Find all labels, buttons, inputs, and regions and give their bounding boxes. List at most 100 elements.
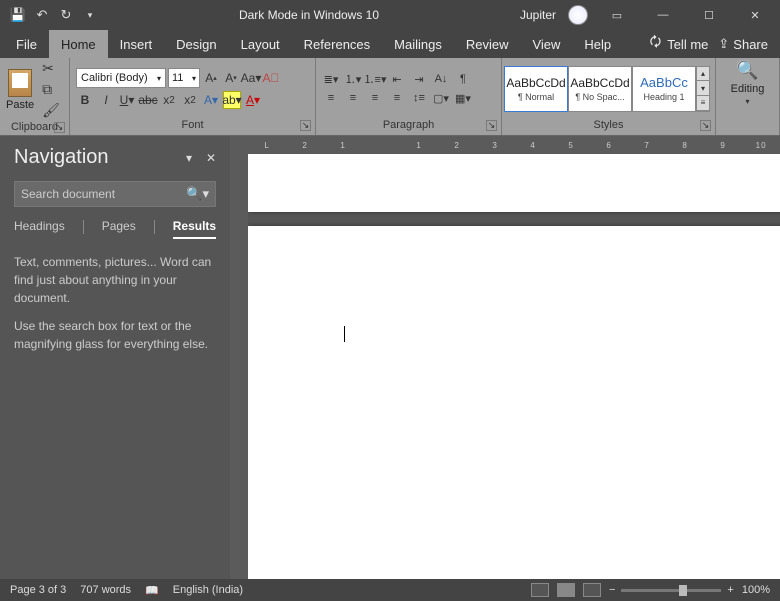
page[interactable] — [248, 226, 780, 579]
borders-icon[interactable]: ▦▾ — [454, 90, 472, 106]
show-marks-icon[interactable]: ¶ — [454, 71, 472, 87]
styles-scroll[interactable]: ▴▾≡ — [696, 66, 710, 112]
page-count[interactable]: Page 3 of 3 — [10, 584, 66, 596]
tab-design[interactable]: Design — [164, 30, 228, 58]
paste-icon[interactable] — [8, 69, 32, 97]
cut-icon[interactable]: ✂ — [42, 60, 60, 77]
vertical-ruler[interactable] — [230, 154, 248, 579]
font-name-combo[interactable]: Calibri (Body)▾ — [76, 68, 166, 88]
align-left-icon[interactable]: ≡ — [322, 90, 340, 106]
subscript-button[interactable]: x2 — [160, 91, 178, 109]
undo-icon[interactable]: ↶ — [34, 7, 50, 23]
bold-button[interactable]: B — [76, 91, 94, 109]
nav-tab-results[interactable]: Results — [173, 219, 216, 239]
format-painter-icon[interactable]: 🖌 — [42, 102, 60, 119]
numbering-icon[interactable]: ⒈▾ — [344, 71, 362, 87]
print-layout-icon[interactable] — [557, 583, 575, 597]
style-normal[interactable]: AaBbCcDd ¶ Normal — [504, 66, 568, 112]
read-mode-icon[interactable] — [531, 583, 549, 597]
text-effects-icon[interactable]: A▾ — [202, 91, 220, 109]
group-styles-label: Styles↘ — [502, 119, 715, 135]
font-size-combo[interactable]: 11▾ — [168, 68, 200, 88]
zoom-slider[interactable] — [621, 589, 721, 592]
page[interactable] — [248, 154, 780, 212]
clipboard-launcher-icon[interactable]: ↘ — [54, 122, 65, 133]
sort-icon[interactable]: A↓ — [432, 71, 450, 87]
tell-me[interactable]: 🗘 Tell me — [650, 33, 709, 55]
paste-button[interactable]: Paste — [6, 99, 34, 111]
line-spacing-icon[interactable]: ↕≡ — [410, 90, 428, 106]
lightbulb-icon: 🗘 — [650, 33, 662, 55]
user-name[interactable]: Jupiter — [520, 8, 556, 22]
find-icon[interactable]: 🔍 — [736, 60, 758, 81]
ribbon-display-icon[interactable]: ▭ — [600, 0, 634, 30]
save-icon[interactable]: 💾 — [10, 7, 26, 23]
search-icon[interactable]: 🔍▾ — [186, 186, 209, 202]
zoom-in-icon[interactable]: + — [727, 584, 733, 596]
superscript-button[interactable]: x2 — [181, 91, 199, 109]
style-heading1[interactable]: AaBbCc Heading 1 — [632, 66, 696, 112]
share-button[interactable]: ⇪ Share — [718, 36, 768, 52]
qat-customize-icon[interactable]: ▾ — [82, 7, 98, 23]
word-count[interactable]: 707 words — [80, 584, 131, 596]
shrink-font-icon[interactable]: A▾ — [222, 69, 240, 87]
navigation-close-icon[interactable]: ✕ — [206, 151, 216, 165]
nav-tab-headings[interactable]: Headings — [14, 219, 65, 237]
increase-indent-icon[interactable]: ⇥ — [410, 71, 428, 87]
font-launcher-icon[interactable]: ↘ — [300, 120, 311, 131]
decrease-indent-icon[interactable]: ⇤ — [388, 71, 406, 87]
highlight-icon[interactable]: ab▾ — [223, 91, 241, 109]
status-bar: Page 3 of 3 707 words 📖 English (India) … — [0, 579, 780, 601]
nav-help-text-1: Text, comments, pictures... Word can fin… — [14, 253, 216, 307]
close-icon[interactable]: ✕ — [738, 0, 772, 30]
strikethrough-button[interactable]: abc — [139, 91, 157, 109]
tab-file[interactable]: File — [4, 30, 49, 58]
underline-button[interactable]: U▾ — [118, 91, 136, 109]
minimize-icon[interactable]: — — [646, 0, 680, 30]
font-color-icon[interactable]: A▾ — [244, 91, 262, 109]
editing-dropdown-icon[interactable]: ▾ — [745, 97, 749, 106]
shading-icon[interactable]: ▢▾ — [432, 90, 450, 106]
italic-button[interactable]: I — [97, 91, 115, 109]
editing-button[interactable]: Editing — [731, 83, 765, 95]
window-title: Dark Mode in Windows 10 — [98, 8, 520, 22]
page-canvas[interactable] — [248, 154, 780, 579]
copy-icon[interactable]: ⧉ — [42, 81, 60, 98]
style-name: ¶ Normal — [518, 92, 554, 102]
zoom-level[interactable]: 100% — [742, 584, 770, 596]
tab-home[interactable]: Home — [49, 30, 108, 58]
align-right-icon[interactable]: ≡ — [366, 90, 384, 106]
tab-insert[interactable]: Insert — [108, 30, 165, 58]
clear-format-icon[interactable]: A⃠ — [262, 69, 280, 87]
multilevel-icon[interactable]: ⒈≡▾ — [366, 71, 384, 87]
style-no-spacing[interactable]: AaBbCcDd ¶ No Spac... — [568, 66, 632, 112]
search-input[interactable]: Search document 🔍▾ — [14, 181, 216, 207]
tab-help[interactable]: Help — [572, 30, 623, 58]
tab-view[interactable]: View — [520, 30, 572, 58]
styles-launcher-icon[interactable]: ↘ — [700, 120, 711, 131]
tab-mailings[interactable]: Mailings — [382, 30, 454, 58]
ribbon-tabs: File Home Insert Design Layout Reference… — [0, 30, 780, 58]
horizontal-ruler[interactable]: L211234567891011 — [230, 136, 780, 154]
grow-font-icon[interactable]: A▴ — [202, 69, 220, 87]
redo-icon[interactable]: ↻ — [58, 7, 74, 23]
tab-layout[interactable]: Layout — [229, 30, 292, 58]
web-layout-icon[interactable] — [583, 583, 601, 597]
tab-references[interactable]: References — [292, 30, 382, 58]
tab-review[interactable]: Review — [454, 30, 521, 58]
paragraph-launcher-icon[interactable]: ↘ — [486, 120, 497, 131]
document-area: L211234567891011 — [230, 136, 780, 579]
zoom-out-icon[interactable]: − — [609, 584, 615, 596]
change-case-icon[interactable]: Aa▾ — [242, 69, 260, 87]
search-placeholder: Search document — [21, 187, 115, 201]
spellcheck-icon[interactable]: 📖 — [145, 584, 159, 597]
language-status[interactable]: English (India) — [173, 584, 243, 596]
justify-icon[interactable]: ≡ — [388, 90, 406, 106]
style-sample: AaBbCc — [640, 75, 688, 90]
maximize-icon[interactable]: ☐ — [692, 0, 726, 30]
nav-tab-pages[interactable]: Pages — [102, 219, 136, 237]
align-center-icon[interactable]: ≡ — [344, 90, 362, 106]
bullets-icon[interactable]: ≣▾ — [322, 71, 340, 87]
avatar[interactable] — [568, 5, 588, 25]
navigation-options-icon[interactable]: ▾ — [186, 151, 192, 165]
